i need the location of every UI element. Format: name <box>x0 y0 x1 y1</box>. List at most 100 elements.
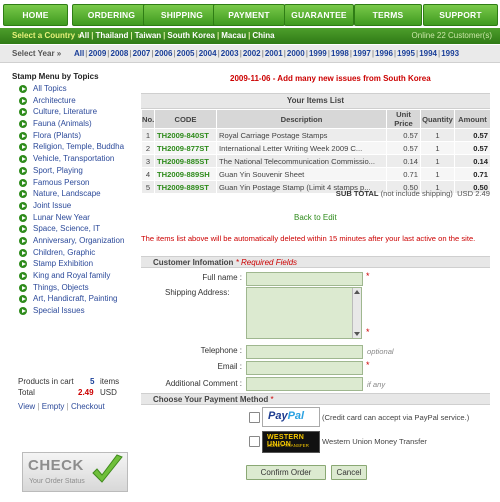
menu-item[interactable]: Nature, Landscape <box>12 188 140 200</box>
cart-count: 5 <box>90 377 95 386</box>
year-link-1995[interactable]: 1995 <box>397 49 415 58</box>
cart-sep: | <box>37 402 40 411</box>
arrow-bullet-icon <box>19 272 27 280</box>
menu-item[interactable]: Special Issues <box>12 305 140 317</box>
telephone-input[interactable] <box>246 345 363 359</box>
country-thailand[interactable]: Thailand <box>95 31 128 40</box>
menu-item[interactable]: Famous Person <box>12 177 140 189</box>
nav-terms[interactable]: TERMS <box>354 4 422 26</box>
cell-no: 1 <box>141 128 155 142</box>
year-link-all[interactable]: All <box>74 49 84 58</box>
subtotal-row: SUB TOTAL (not include shipping) USD 2.4… <box>141 189 490 198</box>
year-link-2007[interactable]: 2007 <box>133 49 151 58</box>
cell-amount: 0.14 <box>454 154 491 168</box>
arrow-bullet-icon <box>19 260 27 269</box>
deletion-warning: The items list above will be automatical… <box>141 234 476 243</box>
cell-code[interactable]: TH2009-889SH <box>154 167 217 181</box>
menu-item-label: Famous Person <box>33 177 90 187</box>
year-link-1997[interactable]: 1997 <box>353 49 371 58</box>
paypal-radio[interactable] <box>249 412 260 423</box>
table-row: 3 TH2009-885ST The National Telecommunicat… <box>141 154 491 168</box>
year-link-2000[interactable]: 2000 <box>287 49 305 58</box>
nav-home[interactable]: HOME <box>3 4 68 26</box>
cell-code[interactable]: TH2009-877ST <box>154 141 217 155</box>
menu-item[interactable]: Art, Handicraft, Painting <box>12 293 140 305</box>
scroll-down-icon[interactable] <box>354 332 360 336</box>
cell-code[interactable]: TH2009-885ST <box>154 154 217 168</box>
scroll-up-icon[interactable] <box>354 290 360 294</box>
year-link-1996[interactable]: 1996 <box>375 49 393 58</box>
items-list: Your Items List No. CODE Description Uni… <box>141 93 491 194</box>
menu-item[interactable]: Flora (Plants) <box>12 130 140 142</box>
menu-item[interactable]: Religion, Temple, Buddha <box>12 141 140 153</box>
year-link-2005[interactable]: 2005 <box>177 49 195 58</box>
menu-item[interactable]: Children, Graphic <box>12 247 140 259</box>
year-link-2008[interactable]: 2008 <box>111 49 129 58</box>
western-union-logo: WESTERN UNION MONEY TRANSFER <box>262 431 320 453</box>
year-link-2009[interactable]: 2009 <box>88 49 106 58</box>
menu-item[interactable]: Vehicle, Transportation <box>12 153 140 165</box>
year-sep: | <box>129 49 132 58</box>
nav-guarantee[interactable]: GUARANTEE <box>284 4 354 26</box>
menu-item[interactable]: King and Royal family <box>12 270 140 282</box>
nav-shipping[interactable]: SHIPPING <box>143 4 221 26</box>
country-china[interactable]: China <box>252 31 274 40</box>
subtotal-value: USD 2.49 <box>457 189 490 198</box>
menu-item[interactable]: Lunar New Year <box>12 212 140 224</box>
telephone-note: optional <box>367 347 394 356</box>
year-link-1998[interactable]: 1998 <box>331 49 349 58</box>
menu-item-label: Architecture <box>33 95 76 105</box>
total-label: Total <box>18 388 35 397</box>
cell-amount: 0.57 <box>454 128 491 142</box>
menu-item[interactable]: Space, Science, IT <box>12 223 140 235</box>
menu-item[interactable]: Anniversary, Organization <box>12 235 140 247</box>
menu-item[interactable]: Joint Issue <box>12 200 140 212</box>
menu-item[interactable]: Things, Objects <box>12 282 140 294</box>
wu-logo-subtext: MONEY TRANSFER <box>267 443 309 448</box>
menu-item[interactable]: Fauna (Animals) <box>12 118 140 130</box>
year-sep: | <box>305 49 308 58</box>
year-sep: | <box>283 49 286 58</box>
year-link-2001[interactable]: 2001 <box>265 49 283 58</box>
shipping-address-textarea[interactable] <box>246 287 362 339</box>
subtotal-note: (not include shipping) <box>380 189 453 198</box>
cancel-button[interactable]: Cancel <box>331 465 367 480</box>
nav-ordering[interactable]: ORDERING <box>72 4 151 26</box>
cart-checkout-link[interactable]: Checkout <box>71 402 105 411</box>
menu-item[interactable]: Architecture <box>12 95 140 107</box>
menu-item-label: Stamp Exhibition <box>33 259 94 269</box>
checkmark-icon <box>92 454 123 483</box>
full-name-label: Full name : <box>202 273 242 282</box>
year-link-1999[interactable]: 1999 <box>309 49 327 58</box>
country-macau[interactable]: Macau <box>221 31 246 40</box>
cell-code[interactable]: TH2009-840ST <box>154 128 217 142</box>
menu-item[interactable]: Sport, Playing <box>12 165 140 177</box>
arrow-bullet-icon <box>19 295 27 304</box>
menu-item-label: Things, Objects <box>33 282 89 292</box>
nav-support[interactable]: SUPPORT <box>423 4 498 26</box>
year-link-2004[interactable]: 2004 <box>199 49 217 58</box>
full-name-input[interactable] <box>246 272 363 286</box>
country-taiwan[interactable]: Taiwan <box>135 31 162 40</box>
western-union-radio[interactable] <box>249 436 260 447</box>
check-order-status-button[interactable]: CHECK Your Order Status <box>22 452 128 492</box>
year-link-2002[interactable]: 2002 <box>243 49 261 58</box>
nav-payment[interactable]: PAYMENT <box>213 4 285 26</box>
email-input[interactable] <box>246 361 363 375</box>
cell-no: 4 <box>141 167 155 181</box>
menu-item[interactable]: All Topics <box>12 83 140 95</box>
menu-item[interactable]: Culture, Literature <box>12 106 140 118</box>
country-south-korea[interactable]: South Korea <box>167 31 215 40</box>
country-all[interactable]: All <box>79 31 89 40</box>
menu-item[interactable]: Stamp Exhibition <box>12 258 140 270</box>
comment-input[interactable] <box>246 377 363 391</box>
cart-view-link[interactable]: View <box>18 402 35 411</box>
cart-empty-link[interactable]: Empty <box>42 402 65 411</box>
year-link-2006[interactable]: 2006 <box>155 49 173 58</box>
year-link-2003[interactable]: 2003 <box>221 49 239 58</box>
year-link-1994[interactable]: 1994 <box>419 49 437 58</box>
year-link-1993[interactable]: 1993 <box>441 49 459 58</box>
confirm-order-button[interactable]: Confirm Order <box>246 465 326 480</box>
address-scrollbar[interactable] <box>352 288 361 338</box>
back-to-edit-link[interactable]: Back to Edit <box>294 213 337 222</box>
